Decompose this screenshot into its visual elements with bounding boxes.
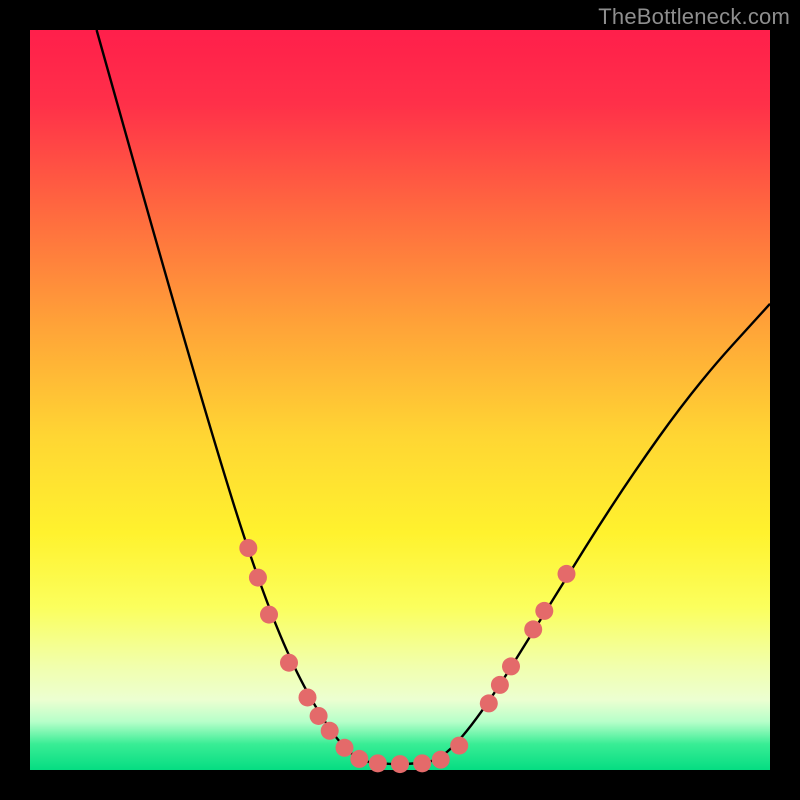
highlight-dot [450, 737, 468, 755]
highlight-dot [260, 606, 278, 624]
highlight-dot [502, 657, 520, 675]
highlight-dot [299, 688, 317, 706]
highlight-dot [249, 569, 267, 587]
chart-svg [30, 30, 770, 770]
bottleneck-curve [97, 30, 770, 764]
outer-frame: TheBottleneck.com [0, 0, 800, 800]
highlight-dot [480, 694, 498, 712]
highlight-dot [369, 754, 387, 772]
highlight-dot [432, 751, 450, 769]
highlight-dot [391, 755, 409, 773]
highlight-dot [321, 722, 339, 740]
highlight-dot [336, 739, 354, 757]
highlight-dot [239, 539, 257, 557]
highlight-dot [350, 750, 368, 768]
highlight-dot [524, 620, 542, 638]
highlight-dot [491, 676, 509, 694]
highlight-dot [558, 565, 576, 583]
highlight-dot [413, 754, 431, 772]
watermark-text: TheBottleneck.com [598, 4, 790, 30]
highlight-dot [280, 654, 298, 672]
highlight-dot [310, 707, 328, 725]
highlight-dot [535, 602, 553, 620]
plot-area [30, 30, 770, 770]
